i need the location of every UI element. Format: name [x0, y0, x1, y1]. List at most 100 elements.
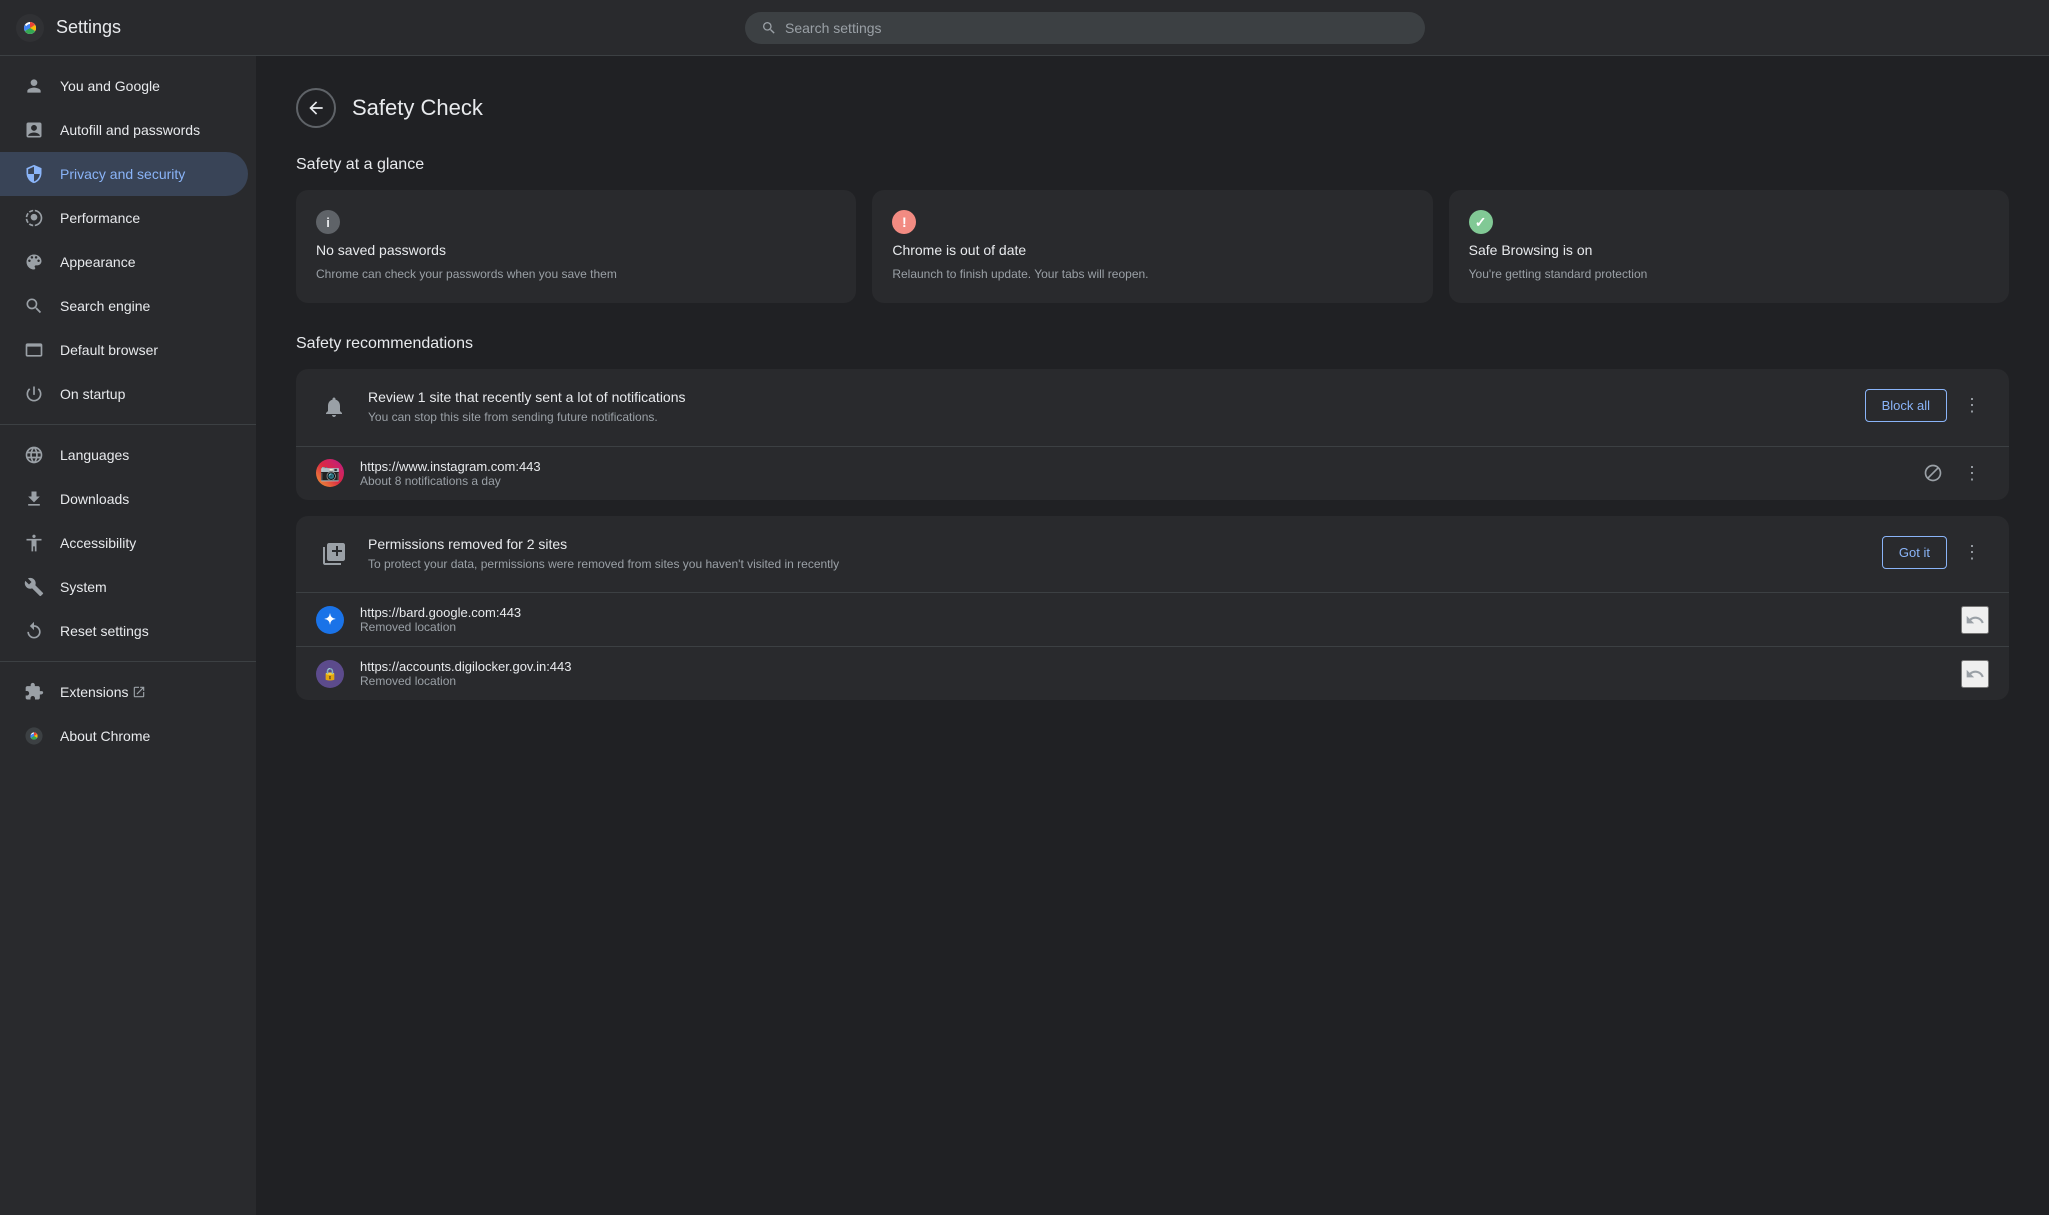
- rec-actions-permissions: Got it ⋮: [1882, 536, 1989, 569]
- rec-header-permissions: Permissions removed for 2 sites To prote…: [296, 516, 2009, 593]
- bard-sub: Removed location: [360, 620, 1945, 634]
- safe-browsing-card-title: Safe Browsing is on: [1469, 242, 1989, 258]
- bard-favicon: ✦: [316, 606, 344, 634]
- instagram-action: ⋮: [1919, 459, 1989, 488]
- rec-title-notifications: Review 1 site that recently sent a lot o…: [368, 389, 1849, 405]
- glance-card-update: ! Chrome is out of date Relaunch to fini…: [872, 190, 1432, 303]
- sidebar-item-you-and-google[interactable]: You and Google: [0, 64, 248, 108]
- sidebar-item-performance[interactable]: Performance: [0, 196, 248, 240]
- bard-site-info: https://bard.google.com:443 Removed loca…: [360, 605, 1945, 634]
- about-chrome-icon: [24, 726, 44, 746]
- downloads-icon: [24, 489, 44, 509]
- accessibility-icon: [24, 533, 44, 553]
- extensions-row: Extensions: [60, 684, 146, 700]
- rec-desc-permissions: To protect your data, permissions were r…: [368, 556, 1866, 573]
- sidebar-item-appearance[interactable]: Appearance: [0, 240, 248, 284]
- page-title: Safety Check: [352, 95, 483, 121]
- sidebar-label-you-and-google: You and Google: [60, 78, 160, 94]
- digilocker-favicon: 🔒: [316, 660, 344, 688]
- notifications-more-button[interactable]: ⋮: [1955, 391, 1989, 420]
- rec-title-permissions: Permissions removed for 2 sites: [368, 536, 1866, 552]
- sidebar-label-appearance: Appearance: [60, 254, 136, 270]
- app-title: Settings: [56, 17, 121, 38]
- sidebar-item-privacy[interactable]: Privacy and security: [0, 152, 248, 196]
- sidebar-label-default-browser: Default browser: [60, 342, 158, 358]
- sidebar-divider-2: [0, 661, 256, 662]
- instagram-site-info: https://www.instagram.com:443 About 8 no…: [360, 459, 1903, 488]
- digilocker-sub: Removed location: [360, 674, 1945, 688]
- safe-browsing-card-desc: You're getting standard protection: [1469, 266, 1989, 283]
- extensions-icon: [24, 682, 44, 702]
- digilocker-site-info: https://accounts.digilocker.gov.in:443 R…: [360, 659, 1945, 688]
- header: Settings: [0, 0, 2049, 56]
- update-card-desc: Relaunch to finish update. Your tabs wil…: [892, 266, 1412, 283]
- external-link-icon: [132, 685, 146, 699]
- sidebar-label-performance: Performance: [60, 210, 140, 226]
- digilocker-url: https://accounts.digilocker.gov.in:443: [360, 659, 1945, 674]
- rec-header-notifications: Review 1 site that recently sent a lot o…: [296, 369, 2009, 446]
- search-bar: [745, 12, 1425, 44]
- passwords-card-desc: Chrome can check your passwords when you…: [316, 266, 836, 283]
- sidebar-item-reset-settings[interactable]: Reset settings: [0, 609, 248, 653]
- header-logo: Settings: [16, 14, 121, 42]
- search-input[interactable]: [785, 20, 1409, 36]
- sidebar-label-search-engine: Search engine: [60, 298, 150, 314]
- sidebar-item-downloads[interactable]: Downloads: [0, 477, 248, 521]
- sidebar-item-extensions[interactable]: Extensions: [0, 670, 248, 714]
- site-row-digilocker: 🔒 https://accounts.digilocker.gov.in:443…: [296, 646, 2009, 700]
- sidebar-label-reset-settings: Reset settings: [60, 623, 149, 639]
- rec-desc-notifications: You can stop this site from sending futu…: [368, 409, 1849, 426]
- rec-group-notifications: Review 1 site that recently sent a lot o…: [296, 369, 2009, 500]
- got-it-button[interactable]: Got it: [1882, 536, 1947, 569]
- person-icon: [24, 76, 44, 96]
- site-row-bard: ✦ https://bard.google.com:443 Removed lo…: [296, 592, 2009, 646]
- safety-recommendations-title: Safety recommendations: [296, 335, 2009, 353]
- shield-icon: [24, 164, 44, 184]
- sidebar-label-about-chrome: About Chrome: [60, 728, 150, 744]
- glance-card-passwords: i No saved passwords Chrome can check yo…: [296, 190, 856, 303]
- sidebar-label-privacy: Privacy and security: [60, 166, 185, 182]
- sidebar: You and Google Autofill and passwords Pr…: [0, 56, 256, 1215]
- system-icon: [24, 577, 44, 597]
- sidebar-divider-1: [0, 424, 256, 425]
- page-header: Safety Check: [296, 88, 2009, 128]
- appearance-icon: [24, 252, 44, 272]
- sidebar-item-default-browser[interactable]: Default browser: [0, 328, 248, 372]
- back-button[interactable]: [296, 88, 336, 128]
- block-circle-icon: [1919, 459, 1947, 487]
- startup-icon: [24, 384, 44, 404]
- bard-action: [1961, 606, 1989, 634]
- permissions-icon: [316, 536, 352, 572]
- bard-undo-button[interactable]: [1961, 606, 1989, 634]
- sidebar-item-languages[interactable]: Languages: [0, 433, 248, 477]
- sidebar-item-autofill[interactable]: Autofill and passwords: [0, 108, 248, 152]
- autofill-icon: [24, 120, 44, 140]
- digilocker-undo-button[interactable]: [1961, 660, 1989, 688]
- sidebar-item-system[interactable]: System: [0, 565, 248, 609]
- sidebar-label-accessibility: Accessibility: [60, 535, 136, 551]
- content-area: Safety Check Safety at a glance i No sav…: [256, 56, 2049, 1215]
- reset-icon: [24, 621, 44, 641]
- sidebar-item-accessibility[interactable]: Accessibility: [0, 521, 248, 565]
- instagram-more-button[interactable]: ⋮: [1955, 459, 1989, 488]
- site-row-instagram: 📷 https://www.instagram.com:443 About 8 …: [296, 446, 2009, 500]
- performance-icon: [24, 208, 44, 228]
- sidebar-item-search-engine[interactable]: Search engine: [0, 284, 248, 328]
- permissions-more-button[interactable]: ⋮: [1955, 538, 1989, 567]
- sidebar-label-system: System: [60, 579, 107, 595]
- update-status-icon: !: [892, 210, 916, 234]
- search-input-wrapper: [745, 12, 1425, 44]
- block-all-button[interactable]: Block all: [1865, 389, 1947, 422]
- sidebar-item-about-chrome[interactable]: About Chrome: [0, 714, 248, 758]
- instagram-url: https://www.instagram.com:443: [360, 459, 1903, 474]
- digilocker-action: [1961, 660, 1989, 688]
- search-engine-icon: [24, 296, 44, 316]
- sidebar-label-extensions: Extensions: [60, 684, 128, 700]
- passwords-status-icon: i: [316, 210, 340, 234]
- safe-browsing-status-icon: ✓: [1469, 210, 1493, 234]
- rec-actions-notifications: Block all ⋮: [1865, 389, 1989, 422]
- rec-group-permissions: Permissions removed for 2 sites To prote…: [296, 516, 2009, 701]
- instagram-sub: About 8 notifications a day: [360, 474, 1903, 488]
- sidebar-label-on-startup: On startup: [60, 386, 125, 402]
- sidebar-item-on-startup[interactable]: On startup: [0, 372, 248, 416]
